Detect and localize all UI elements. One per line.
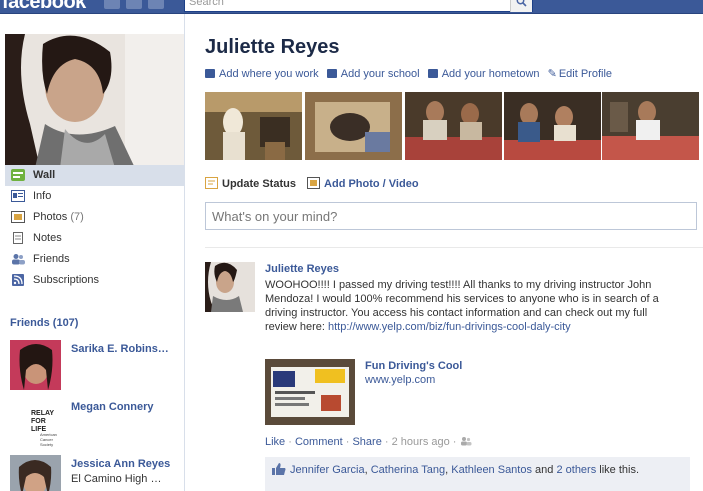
profile-nav: Wall Info Photos (7) Notes Friends Subsc… [5,165,184,291]
attachment-thumbnail[interactable] [265,359,355,425]
house-icon [427,69,438,78]
profile-info-links: Add where you work Add your school Add y… [205,67,617,80]
separator: · [288,436,292,448]
search-button[interactable] [510,0,532,12]
likes-others-link[interactable]: 2 others [556,464,596,476]
profile-name[interactable]: Juliette Reyes [205,36,340,59]
nav-item-subscriptions[interactable]: Subscriptions [5,270,184,291]
nav-item-label: Wall [33,169,56,181]
status-pencil-icon [205,177,218,189]
nav-item-label: Subscriptions [33,274,100,286]
briefcase-icon [205,69,215,78]
photos-icon [11,211,25,223]
nav-item-friends[interactable]: Friends [5,249,184,270]
story-timestamp[interactable]: 2 hours ago [392,436,450,448]
friend-avatar[interactable] [10,340,61,390]
pencil-icon: ✎ [547,68,557,80]
profile-picture[interactable] [5,34,184,168]
privacy-friends-icon[interactable] [460,436,472,446]
friend-item[interactable]: Jessica Ann Reyes El Camino High … [10,455,180,491]
separator: · [384,436,389,448]
info-icon [11,190,25,202]
friends-heading[interactable]: Friends (107) [10,317,78,329]
liker-name[interactable]: Kathleen Santos [451,464,532,476]
story-actions: Like · Comment · Share · 2 hours ago · [265,436,472,448]
add-hometown-link[interactable]: Add your hometown [427,68,540,80]
friend-name[interactable]: Jessica Ann Reyes [71,458,170,470]
add-work-link[interactable]: Add where you work [205,68,319,80]
likes-text: Jennifer Garcia, Catherina Tang, Kathlee… [290,464,640,476]
liker-name[interactable]: Jennifer Garcia [290,464,365,476]
comment-link[interactable]: Comment [295,436,343,448]
photo-thumbnail[interactable] [602,92,699,160]
search-icon [516,0,527,7]
friends-icon [12,254,25,265]
attachment-url[interactable]: www.yelp.com [365,374,435,386]
nav-item-label: Friends [33,253,70,265]
likes-suffix: like this. [599,464,640,476]
facebook-logo[interactable]: facebook [2,0,86,14]
update-status-tab[interactable]: Update Status [205,177,296,190]
friend-avatar[interactable] [10,455,61,491]
notes-icon [13,232,23,244]
photos-count: (7) [70,211,84,223]
friend-name[interactable]: Megan Connery [71,401,154,413]
search-input[interactable]: Search [189,0,224,8]
search-box: Search [184,0,533,12]
nav-item-label: Info [33,190,52,202]
acs-logo-text: American Cancer Society [40,432,57,447]
wall-icon [11,169,25,181]
recent-photos-strip [205,92,703,160]
top-bar: facebook Search [0,0,703,14]
story-author-avatar[interactable] [205,262,255,312]
photo-thumbnail[interactable] [305,92,402,160]
add-photo-video-tab[interactable]: Add Photo / Video [307,177,419,190]
status-input[interactable] [206,203,696,229]
separator: · [345,436,350,448]
nav-item-notes[interactable]: Notes [5,228,184,249]
status-composer [205,202,697,230]
thumbs-up-icon [272,463,286,475]
friend-requests-icon[interactable] [104,0,120,9]
share-link[interactable]: Share [352,436,381,448]
feed-divider [205,247,703,248]
liker-name[interactable]: Catherina Tang [371,464,445,476]
friend-name[interactable]: Sarika E. Robins… [71,343,169,355]
nav-item-photos[interactable]: Photos (7) [5,207,184,228]
photo-thumbnail[interactable] [504,92,601,160]
photo-thumbnail[interactable] [205,92,302,160]
like-link[interactable]: Like [265,436,285,448]
likes-box: Jennifer Garcia, Catherina Tang, Kathlee… [265,457,690,491]
photo-thumbnail[interactable] [405,92,502,160]
nav-item-info[interactable]: Info [5,186,184,207]
likes-and: and [535,464,554,476]
friend-avatar[interactable]: RELAY FOR LIFE American Cancer Society [10,398,61,448]
friend-item[interactable]: Sarika E. Robins… [10,340,180,390]
friend-item[interactable]: RELAY FOR LIFE American Cancer Society M… [10,398,180,448]
graduation-cap-icon [326,69,337,78]
separator: · [452,436,457,448]
story-message: WOOHOO!!!! I passed my driving test!!!! … [265,278,675,334]
friend-subtitle: El Camino High … [71,473,162,485]
relay-for-life-logo-text: RELAY FOR LIFE [31,410,54,433]
attachment-title[interactable]: Fun Driving's Cool [365,360,462,372]
photo-icon [307,177,321,189]
notifications-icon[interactable] [148,0,164,9]
add-school-link[interactable]: Add your school [326,68,420,80]
story-author-name[interactable]: Juliette Reyes [265,263,339,275]
left-column: Wall Info Photos (7) Notes Friends Subsc… [0,14,185,491]
edit-profile-link[interactable]: ✎ Edit Profile [548,68,612,80]
messages-icon[interactable] [126,0,142,9]
publisher-tabs: Update Status Add Photo / Video [205,177,427,190]
subscriptions-icon [12,274,24,286]
nav-item-wall[interactable]: Wall [5,165,184,186]
story-review-link[interactable]: http://www.yelp.com/biz/fun-drivings-coo… [328,321,571,333]
nav-item-label: Photos [33,211,68,223]
nav-item-label: Notes [33,232,62,244]
